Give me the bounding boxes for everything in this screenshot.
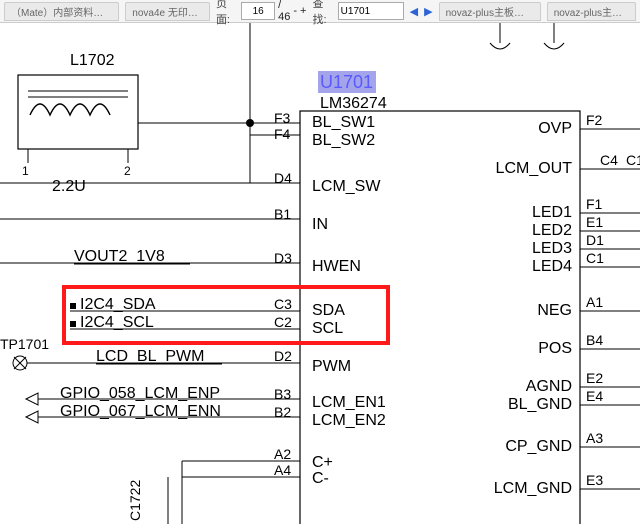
tab-3[interactable]: novaz-plus主板线路图.pdf	[439, 2, 541, 21]
page-input[interactable]	[241, 2, 275, 20]
svg-text:E3: E3	[586, 472, 603, 488]
pdf-toolbar: （Mate）内部资料前V1_0.pdf nova4e 无印机….pdf 页面: …	[0, 0, 640, 23]
inductor-pin1: 1	[22, 164, 29, 178]
svg-text:C+: C+	[312, 454, 333, 471]
svg-text:C2: C2	[274, 314, 292, 330]
tab-4[interactable]: novaz-plus主板线路…	[547, 2, 636, 21]
svg-text:OVP: OVP	[538, 120, 572, 137]
offpage-icon	[26, 393, 38, 423]
search-input[interactable]	[338, 2, 404, 20]
net-endpoint-icon	[70, 303, 76, 309]
tab-2[interactable]: nova4e 无印机….pdf	[125, 2, 210, 21]
svg-text:B3: B3	[274, 386, 291, 402]
svg-text:F1: F1	[586, 196, 603, 212]
cap-ref: C1722	[127, 480, 143, 521]
pins-left: F3 BL_SW1 F4 BL_SW2 D4 LCM_SW B1 IN D3 HWEN C…	[274, 110, 386, 487]
net-pwm: LCD_BL_PWM	[96, 348, 204, 365]
svg-text:LCM_GND: LCM_GND	[494, 480, 572, 497]
svg-text:A2: A2	[274, 446, 291, 462]
svg-text:C1: C1	[626, 152, 640, 168]
svg-text:LED3: LED3	[532, 240, 572, 257]
ground-icon	[490, 23, 564, 49]
svg-text:D4: D4	[274, 170, 292, 186]
svg-text:LCM_SW: LCM_SW	[312, 178, 381, 195]
svg-text:BL_GND: BL_GND	[508, 396, 572, 413]
next-match-icon[interactable]: ▶	[424, 5, 432, 18]
svg-text:D3: D3	[274, 250, 292, 266]
inductor-pin2: 2	[124, 164, 131, 178]
svg-text:LCM_OUT: LCM_OUT	[496, 160, 573, 177]
net-gpio-enp: GPIO_058_LCM_ENP	[60, 385, 220, 402]
svg-text:D1: D1	[586, 232, 604, 248]
svg-text:LED2: LED2	[532, 222, 572, 239]
svg-text:A3: A3	[586, 430, 603, 446]
net-endpoint-icon	[70, 321, 76, 327]
svg-text:F3: F3	[274, 110, 291, 126]
tab-1[interactable]: （Mate）内部资料前V1_0.pdf	[4, 2, 119, 21]
svg-text:F2: F2	[586, 112, 603, 128]
inductor-body	[18, 75, 138, 149]
inductor-ref: L1702	[70, 52, 115, 69]
svg-text:HWEN: HWEN	[312, 258, 361, 275]
svg-text:C3: C3	[274, 296, 292, 312]
svg-text:PWM: PWM	[312, 358, 351, 375]
net-sda: I2C4_SDA	[80, 296, 156, 313]
net-scl: I2C4_SCL	[80, 314, 154, 331]
svg-text:SDA: SDA	[312, 302, 345, 319]
svg-text:E2: E2	[586, 370, 603, 386]
svg-text:B2: B2	[274, 404, 291, 420]
coil-icon	[30, 104, 110, 115]
svg-text:LCM_EN2: LCM_EN2	[312, 412, 386, 429]
svg-text:LED1: LED1	[532, 204, 572, 221]
svg-text:D2: D2	[274, 348, 292, 364]
testpoint-ref: TP1701	[0, 336, 49, 352]
svg-text:SCL: SCL	[312, 320, 343, 337]
page-control: / 46 - +	[241, 0, 306, 23]
pins-right: F2 OVP C4 C1 LCM_OUT F1 LED1 E1 LED2 D1 LED3 C…	[494, 112, 640, 497]
svg-text:F4: F4	[274, 126, 291, 142]
svg-text:NEG: NEG	[537, 302, 572, 319]
svg-text:POS: POS	[538, 340, 572, 357]
svg-text:CP_GND: CP_GND	[505, 438, 572, 455]
svg-text:A4: A4	[274, 462, 291, 478]
chip-part: LM36274	[320, 95, 387, 112]
svg-text:BL_SW2: BL_SW2	[312, 132, 375, 149]
svg-text:BL_SW1: BL_SW1	[312, 114, 375, 131]
net-gpio-enn: GPIO_067_LCM_ENN	[60, 403, 221, 420]
svg-text:E1: E1	[586, 214, 603, 230]
svg-text:C-: C-	[312, 470, 329, 487]
zoom-out-icon[interactable]: -	[293, 5, 297, 17]
svg-text:C1: C1	[586, 250, 604, 266]
svg-text:IN: IN	[312, 216, 328, 233]
inductor-value: 2.2U	[52, 178, 86, 195]
prev-match-icon[interactable]: ◀	[410, 5, 418, 18]
svg-text:C4: C4	[600, 152, 618, 168]
svg-text:LCM_EN1: LCM_EN1	[312, 394, 386, 411]
svg-text:A1: A1	[586, 294, 603, 310]
svg-text:B4: B4	[586, 332, 603, 348]
svg-text:LED4: LED4	[532, 258, 572, 275]
page-total: / 46	[278, 0, 290, 23]
svg-text:AGND: AGND	[526, 378, 572, 395]
svg-text:B1: B1	[274, 206, 291, 222]
chip-ref: U1701	[320, 72, 373, 92]
schematic-canvas: L1702 1 2 2.2U U1701 LM36274 VOUT2_1V8 I…	[0, 23, 640, 524]
net-vout: VOUT2_1V8	[74, 248, 165, 265]
svg-text:E4: E4	[586, 388, 603, 404]
zoom-in-icon[interactable]: +	[300, 5, 306, 17]
